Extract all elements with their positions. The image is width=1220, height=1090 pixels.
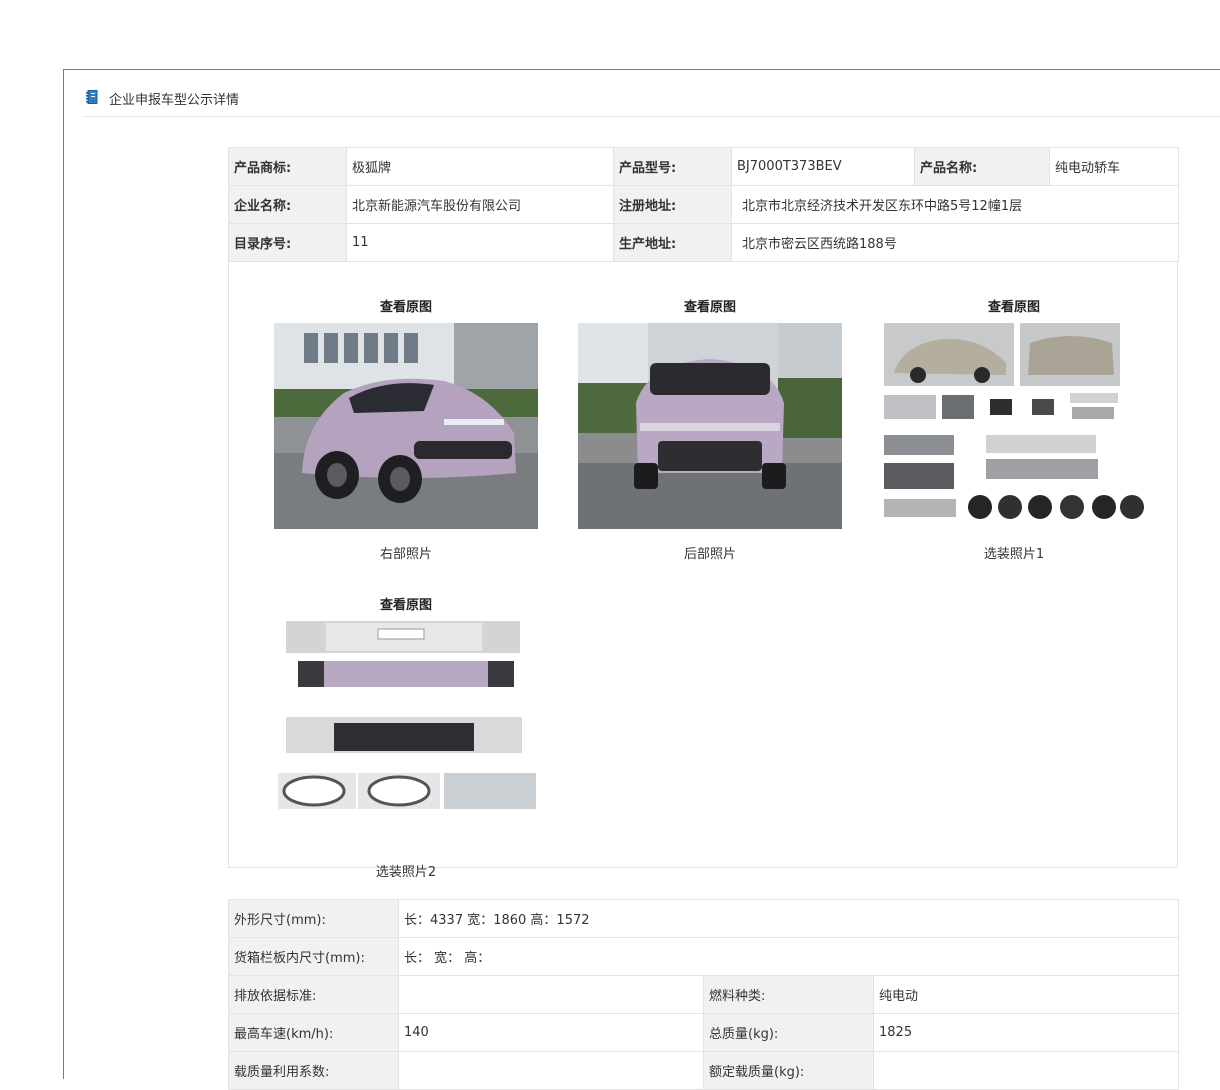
prod-address-value: 北京市密云区西统路188号: [731, 223, 1179, 262]
option-photo-2[interactable]: [274, 621, 538, 843]
total-mass-label: 总质量(kg):: [703, 1013, 874, 1052]
photo-caption: 选装照片1: [983, 547, 1045, 562]
table-row: 外形尺寸(mm): 长：4337 宽：1860 高：1572: [228, 899, 1180, 938]
specs-table: 外形尺寸(mm): 长：4337 宽：1860 高：1572 货箱栏板内尺寸(m…: [228, 899, 1180, 1090]
table-row: 目录序号: 11 生产地址: 北京市密云区西统路188号: [228, 223, 1179, 262]
emission-value: [398, 975, 704, 1014]
model-label: 产品型号:: [613, 147, 732, 186]
fuel-label: 燃料种类:: [703, 975, 874, 1014]
view-original-link[interactable]: 查看原图: [578, 299, 842, 317]
photo-cell-rear: 查看原图 后部照片: [578, 299, 842, 562]
panel-title: 企业申报车型公示详情: [109, 93, 240, 108]
photo-cell-option1: 查看原图 选装照片1: [882, 299, 1146, 562]
rated-load-value: [872, 1051, 1180, 1090]
max-speed-label: 最高车速(km/h):: [228, 1013, 399, 1052]
emission-label: 排放依据标准:: [228, 975, 399, 1014]
prod-address-label: 生产地址:: [613, 223, 732, 262]
photo-cell-option2: 查看原图 选装照片2: [274, 597, 538, 880]
photo-caption: 选装照片2: [375, 865, 437, 880]
reg-address-value: 北京市北京经济技术开发区东环中路5号12幢1层: [731, 185, 1179, 224]
load-util-label: 载质量利用系数:: [228, 1051, 399, 1090]
product-name-label: 产品名称:: [914, 147, 1050, 186]
photo-caption: 右部照片: [379, 547, 432, 562]
reg-address-label: 注册地址:: [613, 185, 732, 224]
panel-header: 企业申报车型公示详情: [84, 88, 1220, 117]
photo-caption: 后部照片: [683, 547, 736, 562]
fuel-value: 纯电动: [872, 975, 1180, 1014]
catalog-no-label: 目录序号:: [228, 223, 347, 262]
load-util-value: [398, 1051, 704, 1090]
rear-photo[interactable]: [578, 323, 842, 529]
product-name-value: 纯电动轿车: [1049, 147, 1179, 186]
table-row: 货箱栏板内尺寸(mm): 长： 宽： 高：: [228, 937, 1180, 976]
view-original-link[interactable]: 查看原图: [274, 597, 538, 615]
company-value: 北京新能源汽车股份有限公司: [346, 185, 614, 224]
table-row: 排放依据标准: 燃料种类: 纯电动: [228, 975, 1180, 1014]
dimensions-label: 外形尺寸(mm):: [228, 899, 399, 938]
brand-label: 产品商标:: [228, 147, 347, 186]
view-original-link[interactable]: 查看原图: [882, 299, 1146, 317]
table-row: 产品商标: 极狐牌 产品型号: BJ7000T373BEV 产品名称: 纯电动轿…: [228, 147, 1179, 186]
right-side-photo[interactable]: [274, 323, 538, 529]
photo-gallery: 查看原图 右部照片 查看原图 后部照片 查看原图 选装照片1 查看原图 选装照片…: [228, 261, 1178, 880]
table-row: 载质量利用系数: 额定载质量(kg):: [228, 1051, 1180, 1090]
total-mass-value: 1825: [872, 1013, 1180, 1052]
option-photo-1[interactable]: [882, 323, 1146, 529]
table-row: 最高车速(km/h): 140 总质量(kg): 1825: [228, 1013, 1180, 1052]
cargo-dims-label: 货箱栏板内尺寸(mm):: [228, 937, 399, 976]
brand-value: 极狐牌: [346, 147, 614, 186]
rated-load-label: 额定载质量(kg):: [703, 1051, 874, 1090]
basic-info-table: 产品商标: 极狐牌 产品型号: BJ7000T373BEV 产品名称: 纯电动轿…: [228, 147, 1179, 262]
model-value: BJ7000T373BEV: [731, 147, 915, 186]
catalog-book-icon: [86, 90, 98, 104]
dimensions-value: 长：4337 宽：1860 高：1572: [397, 899, 1180, 938]
catalog-no-value: 11: [346, 223, 614, 262]
company-label: 企业名称:: [228, 185, 347, 224]
photo-cell-right: 查看原图 右部照片: [274, 299, 538, 562]
cargo-dims-value: 长： 宽： 高：: [397, 937, 1180, 976]
table-row: 企业名称: 北京新能源汽车股份有限公司 注册地址: 北京市北京经济技术开发区东环…: [228, 185, 1179, 224]
max-speed-value: 140: [398, 1013, 704, 1052]
view-original-link[interactable]: 查看原图: [274, 299, 538, 317]
